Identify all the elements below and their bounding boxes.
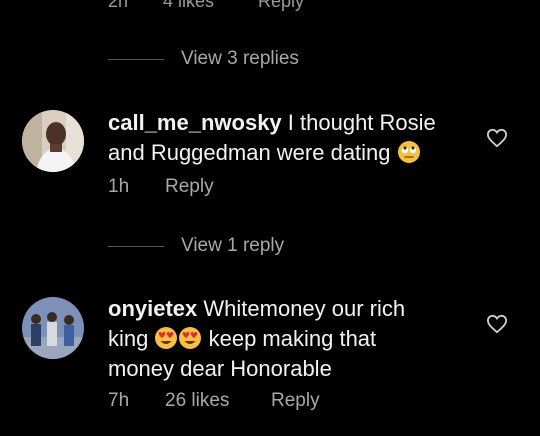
- reply-button[interactable]: Reply: [271, 390, 320, 412]
- view-replies-label[interactable]: View 3 replies: [181, 48, 299, 70]
- view-replies-toggle[interactable]: View 1 reply: [108, 234, 284, 258]
- comment-time: 2h: [108, 0, 129, 11]
- view-replies-toggle[interactable]: View 3 replies: [108, 47, 299, 71]
- view-replies-label[interactable]: View 1 reply: [181, 235, 284, 257]
- comment-username[interactable]: onyietex: [108, 296, 197, 321]
- comment-body: call_me_nwosky I thought Rosie and Rugge…: [108, 108, 468, 168]
- like-heart-icon[interactable]: [486, 314, 508, 334]
- divider-line: [108, 245, 164, 247]
- reply-button[interactable]: Reply: [258, 0, 304, 12]
- comment-likes[interactable]: 26 likes: [165, 390, 229, 412]
- comment-text-line: king: [108, 326, 149, 351]
- comment-time: 7h: [108, 390, 130, 411]
- comment-likes[interactable]: 4 likes: [163, 0, 214, 12]
- divider-line: [108, 58, 164, 60]
- avatar[interactable]: [22, 297, 84, 359]
- comment-text-line: money dear Honorable: [108, 356, 332, 381]
- comment-text-line: Whitemoney our rich: [203, 296, 406, 321]
- comment-username[interactable]: call_me_nwosky: [108, 110, 282, 135]
- comment-text-line: keep making that: [208, 326, 377, 351]
- rolling-eyes-emoji-icon: [397, 141, 420, 163]
- comment-text-line: and Ruggedman were dating: [108, 140, 391, 165]
- heart-eyes-emoji-icon: [179, 327, 202, 349]
- like-heart-icon[interactable]: [486, 128, 508, 148]
- comment-text-line: I thought Rosie: [287, 110, 436, 135]
- heart-eyes-emoji-icon: [155, 327, 178, 349]
- comment-body: onyietex Whitemoney our rich king keep m…: [108, 294, 468, 384]
- comment-time: 1h: [108, 176, 130, 197]
- reply-button[interactable]: Reply: [165, 176, 214, 198]
- avatar[interactable]: [22, 110, 84, 172]
